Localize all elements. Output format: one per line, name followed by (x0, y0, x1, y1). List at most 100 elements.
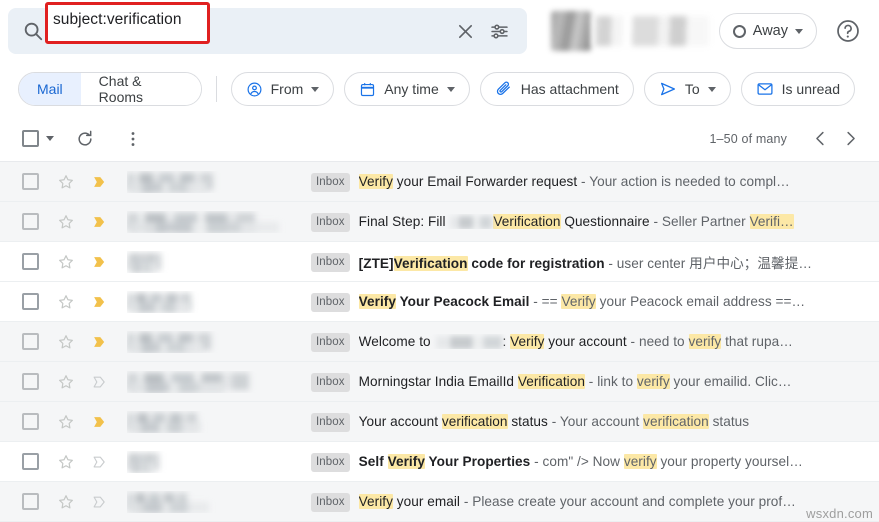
important-marker-icon[interactable] (85, 293, 113, 311)
chevron-down-icon (446, 86, 455, 92)
label-chip-inbox[interactable]: Inbox (311, 213, 350, 232)
mail-row[interactable]: Inbox Morningstar India EmailId Verificat… (0, 362, 879, 402)
watermark: wsxdn.com (806, 506, 873, 521)
search-term-highlight: Verify (387, 454, 425, 469)
star-icon[interactable] (51, 453, 81, 471)
email-label-chip-wrap: Inbox (311, 492, 350, 512)
star-icon[interactable] (51, 173, 81, 191)
refresh-button[interactable] (68, 122, 102, 156)
email-snippet-text: - link to (584, 374, 637, 389)
email-subject-text: Final Step: Fill (358, 214, 450, 229)
email-subject-and-snippet[interactable]: Self Verify Your Properties - com" /> No… (359, 454, 879, 469)
row-checkbox[interactable] (22, 253, 39, 270)
redacted-text (435, 335, 502, 349)
clear-search-button[interactable] (449, 14, 483, 48)
help-button[interactable] (831, 14, 865, 48)
row-checkbox[interactable] (22, 173, 39, 190)
status-circle-icon (732, 24, 746, 38)
label-chip-inbox[interactable]: Inbox (311, 293, 350, 312)
sender-blur (129, 501, 209, 513)
row-checkbox[interactable] (22, 373, 39, 390)
paperclip-icon (495, 80, 513, 98)
mail-row[interactable]: Inbox Your account verification status - … (0, 402, 879, 442)
important-marker-icon[interactable] (85, 373, 113, 391)
search-term-highlight: Verifi… (749, 214, 794, 229)
star-icon[interactable] (51, 493, 81, 511)
pagination: 1–50 of many (709, 124, 865, 154)
label-chip-inbox[interactable]: Inbox (311, 333, 350, 352)
email-subject-text: Self (358, 454, 388, 469)
star-icon[interactable] (51, 293, 81, 311)
filter-chip-any-time[interactable]: Any time (344, 72, 470, 106)
row-checkbox[interactable] (22, 413, 39, 430)
email-label-chip-wrap: Inbox (311, 172, 350, 192)
email-subject-and-snippet[interactable]: [ZTE]Verification code for registration … (359, 252, 879, 272)
important-marker-icon[interactable] (85, 453, 113, 471)
row-checkbox[interactable] (22, 213, 39, 230)
email-label-chip-wrap: Inbox (311, 452, 350, 472)
email-subject-text: your email (392, 494, 460, 509)
mail-row[interactable]: Inbox Verify your email - Please create y… (0, 482, 879, 522)
email-subject-and-snippet[interactable]: Morningstar India EmailId Verification -… (359, 374, 879, 389)
email-subject-and-snippet[interactable]: Final Step: Fill Verification Questionna… (359, 214, 879, 229)
search-term-highlight: verify (688, 334, 722, 349)
row-checkbox[interactable] (22, 453, 39, 470)
previous-page-button[interactable] (805, 124, 835, 154)
search-options-button[interactable] (483, 14, 517, 48)
star-icon[interactable] (51, 413, 81, 431)
label-chip-inbox[interactable]: Inbox (311, 413, 350, 432)
tab-chat-and-rooms[interactable]: Chat & Rooms (80, 73, 201, 105)
important-marker-icon[interactable] (85, 173, 113, 191)
label-chip-inbox[interactable]: Inbox (311, 373, 350, 392)
mail-row[interactable]: Inbox Final Step: Fill Verification Quest… (0, 202, 879, 242)
next-page-button[interactable] (835, 124, 865, 154)
email-sender-redacted (127, 411, 307, 433)
avatar[interactable] (550, 11, 591, 51)
sender-blur (129, 181, 207, 193)
row-checkbox[interactable] (22, 333, 39, 350)
search-filters-row: Mail Chat & Rooms From Any time Has atta… (0, 62, 879, 116)
search-query-annotation-text: subject:verification (53, 11, 182, 28)
important-marker-icon[interactable] (85, 493, 113, 511)
search-term-highlight: Verify (358, 174, 393, 189)
filter-chip-from-label: From (270, 81, 304, 97)
email-subject-and-snippet[interactable]: Verify Your Peacock Email - == Verify yo… (358, 294, 879, 309)
email-sender-redacted (127, 211, 307, 233)
star-icon[interactable] (51, 333, 81, 351)
select-all-checkbox[interactable] (22, 130, 39, 147)
email-subject-and-snippet[interactable]: Welcome to : Verify your account - need … (359, 334, 879, 349)
mail-row[interactable]: Inbox [ZTE]Verification code for registra… (0, 242, 879, 282)
important-marker-icon[interactable] (85, 333, 113, 351)
star-icon[interactable] (51, 213, 81, 231)
chevron-down-icon[interactable] (46, 136, 54, 141)
row-checkbox[interactable] (22, 293, 39, 310)
label-chip-inbox[interactable]: Inbox (311, 253, 350, 272)
email-subject-and-snippet[interactable]: Verify your Email Forwarder request - Yo… (358, 174, 879, 189)
email-subject-and-snippet[interactable]: Your account verification status - Your … (359, 414, 879, 429)
mail-row[interactable]: Inbox Self Verify Your Properties - com" … (0, 442, 879, 482)
tab-mail[interactable]: Mail (19, 73, 81, 105)
mail-row[interactable]: Inbox Verify Your Peacock Email - == Veri… (0, 282, 879, 322)
email-subject-text: Your Properties (424, 454, 531, 469)
filter-chip-from[interactable]: From (230, 72, 335, 106)
label-chip-inbox[interactable]: Inbox (311, 493, 350, 512)
important-marker-icon[interactable] (85, 413, 113, 431)
filter-chip-is-unread[interactable]: Is unread (740, 72, 855, 106)
label-chip-inbox[interactable]: Inbox (311, 453, 350, 472)
star-icon[interactable] (51, 253, 81, 271)
important-marker-icon[interactable] (85, 253, 113, 271)
mail-row[interactable]: Inbox Welcome to : Verify your account - … (0, 322, 879, 362)
email-subject-and-snippet[interactable]: Verify your email - Please create your a… (358, 494, 879, 509)
important-marker-icon[interactable] (85, 213, 113, 231)
account-identity[interactable] (550, 11, 709, 51)
row-checkbox[interactable] (22, 493, 39, 510)
chevron-down-icon (311, 86, 320, 92)
status-dropdown[interactable]: Away (718, 13, 817, 49)
sender-blur (129, 461, 155, 473)
filter-chip-has-attachment[interactable]: Has attachment (479, 72, 634, 106)
filter-chip-to[interactable]: To (643, 72, 731, 106)
mail-row[interactable]: Inbox Verify your Email Forwarder request… (0, 162, 879, 202)
star-icon[interactable] (51, 373, 81, 391)
more-options-button[interactable] (116, 122, 150, 156)
label-chip-inbox[interactable]: Inbox (311, 173, 350, 192)
